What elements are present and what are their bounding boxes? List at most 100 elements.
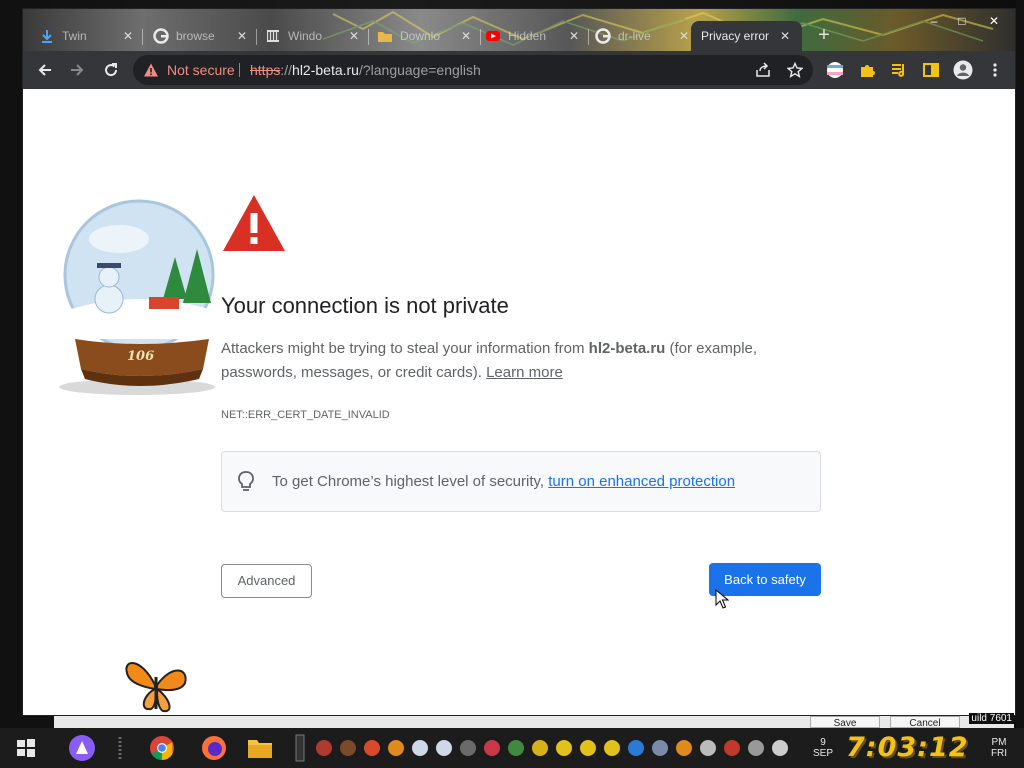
tab-4-close-icon[interactable]: ✕ (459, 29, 473, 43)
tray-icon-7[interactable] (460, 740, 476, 756)
google-icon (153, 28, 169, 44)
url-scheme: https (250, 62, 281, 78)
tab-3[interactable]: Windo ✕ (257, 21, 369, 51)
maximize-button[interactable]: □ (949, 13, 975, 31)
page-title: Your connection is not private (221, 293, 509, 318)
tab-7-close-icon[interactable]: ✕ (778, 29, 792, 43)
tab-5-close-icon[interactable]: ✕ (567, 29, 581, 43)
tray-icon-8[interactable] (484, 740, 500, 756)
tray-network-icon[interactable] (748, 740, 764, 756)
playlist-icon (892, 64, 905, 77)
close-window-button[interactable]: ✕ (981, 13, 1007, 31)
assistant-button[interactable] (68, 734, 96, 762)
url-path: /?language=english (358, 62, 481, 78)
profile-button[interactable] (951, 58, 975, 82)
browser-toolbar: Not secure https://hl2-beta.ru/?language… (23, 51, 1015, 89)
tray-icon-13[interactable] (604, 740, 620, 756)
lightbulb-icon (238, 471, 254, 491)
windows-logo-icon (17, 739, 35, 757)
tray-icon-9[interactable] (508, 740, 524, 756)
tray-icon-10[interactable] (532, 740, 548, 756)
flag-extension-button[interactable] (823, 58, 847, 82)
tray-icon-1[interactable] (316, 740, 332, 756)
share-icon[interactable] (753, 60, 773, 80)
firefox-taskbar-button[interactable] (200, 734, 228, 762)
tab-2-close-icon[interactable]: ✕ (235, 29, 249, 43)
browser-window: Twin ✕ browse ✕ Windo ✕ Downlo ✕ Hidden … (22, 8, 1016, 716)
side-panel-button[interactable] (919, 58, 943, 82)
minimize-button[interactable]: – (921, 13, 947, 31)
tab-6-close-icon[interactable]: ✕ (677, 29, 691, 43)
folder-icon (377, 28, 393, 44)
security-tip-text: To get Chrome’s highest level of securit… (272, 473, 735, 490)
taskbar-scroll-icon[interactable] (294, 734, 306, 762)
arrow-right-icon (71, 64, 84, 76)
tray-icon-14[interactable] (628, 740, 644, 756)
date-day: 9 (820, 737, 826, 748)
tray-icon-17[interactable] (700, 740, 716, 756)
start-button[interactable] (12, 734, 40, 762)
tray-volume-icon[interactable] (772, 740, 788, 756)
taskbar-grip-icon (114, 734, 126, 762)
tray-butterfly-icon[interactable] (388, 740, 404, 756)
address-bar[interactable]: Not secure https://hl2-beta.ru/?language… (133, 55, 813, 85)
warning-triangle-large-icon (223, 195, 285, 251)
forward-button[interactable] (65, 58, 89, 82)
extensions-button[interactable] (855, 58, 879, 82)
not-secure-label[interactable]: Not secure (167, 62, 235, 78)
tray-icon-2[interactable] (340, 740, 356, 756)
reload-button[interactable] (99, 58, 123, 82)
learn-more-link[interactable]: Learn more (486, 364, 563, 381)
tab-4[interactable]: Downlo ✕ (369, 21, 481, 51)
tray-icon-3[interactable] (364, 740, 380, 756)
arrow-left-icon (38, 64, 51, 76)
message-host: hl2-beta.ru (588, 340, 666, 357)
tray-flag-icon[interactable] (724, 740, 740, 756)
back-button[interactable] (33, 58, 57, 82)
tray-icon-11[interactable] (556, 740, 572, 756)
advanced-button[interactable]: Advanced (221, 564, 312, 598)
chrome-taskbar-button[interactable] (148, 734, 176, 762)
flag-icon (827, 62, 843, 78)
warning-triangle-icon[interactable] (143, 62, 159, 83)
avatar-icon (953, 60, 973, 80)
media-button[interactable] (887, 58, 911, 82)
url-host: hl2-beta.ru (292, 62, 359, 78)
kebab-menu-icon (993, 63, 997, 77)
security-tip-box: To get Chrome’s highest level of securit… (221, 451, 821, 512)
tab-5[interactable]: Hidden ✕ (477, 21, 589, 51)
tab-2-title: browse (176, 29, 215, 43)
date-month: SEP (812, 748, 833, 759)
tab-1[interactable]: Twin ✕ (31, 21, 143, 51)
address-divider (239, 63, 240, 77)
taskbar-clock[interactable]: 7:03:12 (846, 732, 969, 763)
tab-1-close-icon[interactable]: ✕ (121, 29, 135, 43)
enhanced-protection-link[interactable]: turn on enhanced protection (548, 473, 735, 490)
explorer-taskbar-button[interactable] (246, 734, 274, 762)
bookmark-star-icon[interactable] (785, 60, 805, 80)
tray-snowflake-icon[interactable] (412, 740, 428, 756)
background-cancel-button[interactable]: Cancel (890, 716, 960, 728)
puzzle-icon (861, 65, 875, 77)
tab-3-title: Windo (288, 29, 323, 43)
error-code[interactable]: NET::ERR_CERT_DATE_INVALID (221, 409, 390, 421)
tab-7-title: Privacy error (701, 29, 770, 43)
tab-3-close-icon[interactable]: ✕ (347, 29, 361, 43)
tray-icon-12[interactable] (580, 740, 596, 756)
tab-privacy-error[interactable]: Privacy error ✕ (691, 21, 802, 51)
reload-icon (105, 63, 118, 77)
tab-6-title: dr-live (618, 29, 651, 43)
assistant-icon (69, 735, 95, 761)
background-save-button[interactable]: Save (810, 716, 880, 728)
menu-button[interactable] (983, 58, 1007, 82)
tab-6[interactable]: dr-live ✕ (587, 21, 699, 51)
taskbar-date[interactable]: 9 SEP (810, 737, 836, 759)
tab-2[interactable]: browse ✕ (145, 21, 257, 51)
tray-search-icon[interactable] (676, 740, 692, 756)
new-tab-button[interactable]: + (811, 23, 837, 49)
url-text[interactable]: https://hl2-beta.ru/?language=english (250, 62, 481, 78)
butterfly-icon (125, 662, 187, 713)
tray-snowflake-icon-2[interactable] (436, 740, 452, 756)
taskbar-ampm[interactable]: PM FRI (986, 737, 1012, 759)
tray-icon-15[interactable] (652, 740, 668, 756)
